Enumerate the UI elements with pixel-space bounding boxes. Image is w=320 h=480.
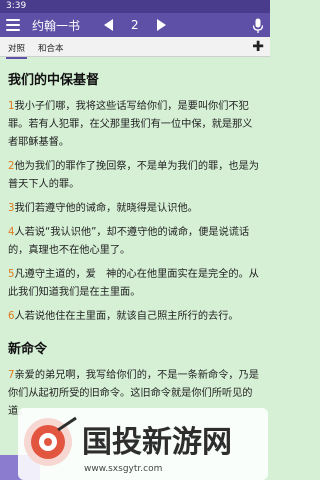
watermark-url: www.sxsgytr.com: [84, 464, 162, 474]
previous-chapter-icon[interactable]: [104, 19, 113, 31]
verse[interactable]: 6人若说他住在主里面，就该自己照主所行的去行。: [8, 308, 262, 326]
verse-text: 我们若遵守他的诫命，就晓得是认识他。: [14, 203, 198, 214]
section-heading: 我们的中保基督: [8, 73, 100, 88]
verse[interactable]: 1我小子们哪，我将这些话写给你们，是要叫你们不犯罪。若有人犯罪，在父那里我们有一…: [8, 98, 262, 152]
add-version-icon[interactable]: ✚: [252, 39, 264, 55]
next-chapter-icon[interactable]: [156, 19, 166, 31]
verse[interactable]: 4人若说“我认识他”，却不遵守他的诫命，便是说谎话的，真理也不在他心里了。: [8, 224, 262, 260]
app-bar: 约翰一书 2: [0, 13, 270, 37]
verse-text: 我小子们哪，我将这些话写给你们，是要叫你们不犯罪。若有人犯罪，在父那里我们有一位…: [8, 101, 253, 148]
status-bar: 3:39: [0, 0, 270, 13]
chapter-navigation: 2: [104, 18, 166, 32]
section-heading: 新命令: [8, 342, 48, 357]
tab-parallel[interactable]: 对照: [5, 42, 28, 59]
verse-text: 人若说他住在主里面，就该自己照主所行的去行。: [14, 311, 239, 322]
version-tab-bar: 对照 和合本 ✚: [0, 37, 270, 59]
verse[interactable]: 2他为我们的罪作了挽回祭，不是单为我们的罪，也是为普天下人的罪。: [8, 158, 262, 194]
verse[interactable]: 5凡遵守主道的，爱 神的心在他里面实在是完全的。从此我们知道我们是在主里面。: [8, 266, 262, 302]
watermark-logo: 国投新游网 www.sxsgytr.com: [18, 408, 268, 480]
verse-text: 他为我们的罪作了挽回祭，不是单为我们的罪，也是为普天下人的罪。: [8, 161, 259, 190]
tab-union-version[interactable]: 和合本: [38, 42, 64, 54]
watermark-text: 国投新游网: [82, 425, 232, 460]
microphone-icon[interactable]: [252, 18, 264, 34]
menu-icon[interactable]: [6, 19, 20, 31]
verse-text: 凡遵守主道的，爱 神的心在他里面实在是完全的。从此我们知道我们是在主里面。: [8, 269, 259, 298]
verse[interactable]: 3我们若遵守他的诫命，就晓得是认识他。: [8, 200, 262, 218]
book-title[interactable]: 约翰一书: [32, 17, 80, 34]
chapter-number[interactable]: 2: [131, 18, 139, 32]
verse-text: 人若说“我认识他”，却不遵守他的诫命，便是说谎话的，真理也不在他心里了。: [8, 227, 250, 256]
status-time: 3:39: [6, 1, 27, 11]
